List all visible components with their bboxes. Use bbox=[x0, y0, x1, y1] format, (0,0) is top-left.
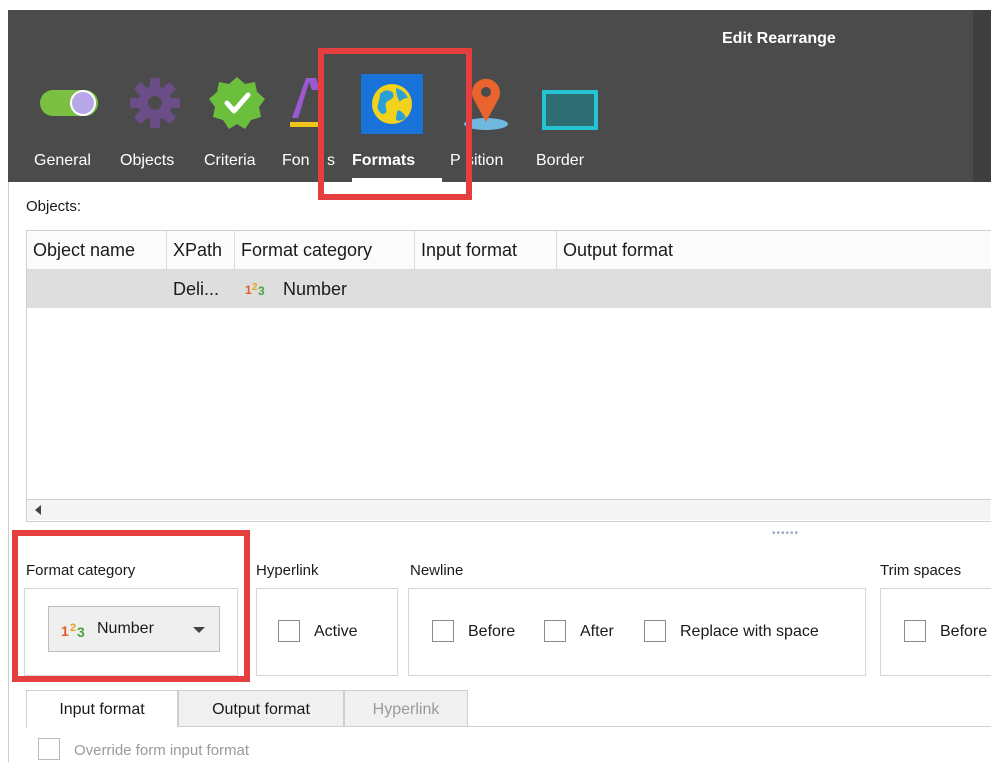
tab-output-format[interactable]: Output format bbox=[178, 690, 344, 727]
newline-before-label: Before bbox=[468, 623, 516, 640]
table-header: Object name XPath Format category Input … bbox=[27, 231, 991, 270]
cell-xpath: Deli... bbox=[173, 279, 220, 299]
trim-before-label: Before bbox=[940, 623, 988, 640]
toolbar-objects[interactable]: Objects bbox=[120, 72, 190, 182]
toolbar-label-fonts: Fon bbox=[282, 152, 310, 169]
newline-replace-checkbox[interactable] bbox=[644, 620, 666, 642]
trim-spaces-label: Trim spaces bbox=[880, 562, 962, 579]
objects-table[interactable]: Object name XPath Format category Input … bbox=[26, 230, 991, 522]
header-edge bbox=[973, 10, 991, 182]
column-output-format[interactable]: Output format bbox=[557, 231, 991, 269]
tab-input-format[interactable]: Input format bbox=[26, 690, 178, 728]
objects-label: Objects: bbox=[26, 198, 82, 215]
toolbar-general[interactable]: General bbox=[34, 72, 106, 182]
toolbar-border[interactable]: Border bbox=[536, 72, 608, 182]
checkmark-badge-icon bbox=[209, 77, 265, 129]
gear-icon bbox=[130, 78, 180, 128]
hyperlink-active-label: Active bbox=[314, 623, 358, 640]
svg-text:1: 1 bbox=[245, 283, 252, 297]
override-input-format-label: Override form input format bbox=[74, 742, 250, 759]
border-icon bbox=[542, 90, 598, 130]
override-input-format-checkbox[interactable] bbox=[38, 738, 60, 760]
window-title: Edit Rearrange bbox=[722, 30, 836, 47]
toolbar-label-criteria: Criteria bbox=[204, 152, 256, 169]
column-input-format[interactable]: Input format bbox=[415, 231, 557, 269]
highlight-formats bbox=[318, 48, 472, 200]
hyperlink-active-checkbox[interactable] bbox=[278, 620, 300, 642]
hyperlink-label: Hyperlink bbox=[256, 562, 319, 579]
column-xpath[interactable]: XPath bbox=[167, 231, 235, 269]
cell-format-category: Number bbox=[283, 279, 348, 299]
scroll-left-arrow-icon[interactable] bbox=[35, 505, 41, 515]
window-left-border bbox=[8, 182, 9, 762]
newline-label: Newline bbox=[410, 562, 464, 579]
horizontal-scrollbar[interactable] bbox=[27, 499, 991, 520]
toggle-icon bbox=[40, 90, 98, 116]
newline-after-checkbox[interactable] bbox=[544, 620, 566, 642]
newline-replace-label: Replace with space bbox=[680, 623, 819, 640]
toolbar-criteria[interactable]: Criteria bbox=[204, 72, 274, 182]
tab-hyperlink: Hyperlink bbox=[344, 690, 468, 727]
splitter-handle[interactable]: •••••• bbox=[772, 528, 799, 539]
trim-before-checkbox[interactable] bbox=[904, 620, 926, 642]
newline-after-label: After bbox=[580, 623, 614, 640]
toolbar-label-border: Border bbox=[536, 152, 585, 169]
toolbar-label-general: General bbox=[34, 152, 91, 169]
toolbar-label-objects: Objects bbox=[120, 152, 175, 169]
column-format-category[interactable]: Format category bbox=[235, 231, 415, 269]
svg-text:3: 3 bbox=[258, 284, 265, 298]
table-row[interactable]: Deli... 1 2 3 Number bbox=[27, 270, 991, 308]
number-format-icon: 1 2 3 bbox=[245, 282, 265, 298]
column-object-name[interactable]: Object name bbox=[27, 231, 167, 269]
highlight-format-category bbox=[12, 530, 250, 682]
newline-before-checkbox[interactable] bbox=[432, 620, 454, 642]
